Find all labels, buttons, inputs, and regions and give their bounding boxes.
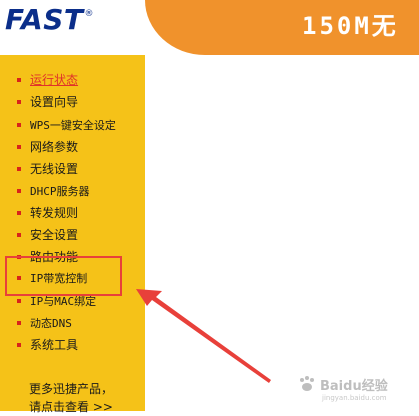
- bullet-icon: [17, 321, 21, 325]
- logo-registered-mark: ®: [84, 9, 94, 19]
- sidebar-item-label: IP与MAC绑定: [30, 294, 97, 308]
- sidebar-item-wps[interactable]: WPS一键安全设定: [17, 115, 116, 135]
- sidebar-item-label: 系统工具: [30, 338, 79, 352]
- sidebar-item-status[interactable]: 运行状态: [17, 70, 78, 90]
- sidebar: 运行状态 设置向导 WPS一键安全设定 网络参数 无线设置 DHCP服务器 转发…: [0, 55, 145, 414]
- bullet-icon: [17, 167, 21, 171]
- bullet-icon: [17, 100, 21, 104]
- sidebar-item-label: 网络参数: [30, 140, 79, 154]
- sidebar-item-forwarding[interactable]: 转发规则: [17, 203, 78, 223]
- sidebar-item-security[interactable]: 安全设置: [17, 225, 78, 245]
- fast-logo[interactable]: FAST ®: [5, 4, 133, 36]
- model-title: 150M无: [302, 12, 399, 40]
- bullet-icon: [17, 343, 21, 347]
- sidebar-item-label: 动态DNS: [30, 316, 72, 330]
- logo-text: FAST: [5, 3, 84, 36]
- bullet-icon: [17, 211, 21, 215]
- bullet-icon: [17, 78, 21, 82]
- header: FAST ® 150M无: [0, 0, 419, 55]
- paw-icon: [298, 375, 316, 393]
- annotation-highlight-box: [5, 256, 122, 296]
- bullet-icon: [17, 233, 21, 237]
- watermark-text: Baidu经验: [320, 378, 388, 394]
- bullet-icon: [17, 189, 21, 193]
- baidu-watermark: Baidu经验 jingyan.baidu.com: [298, 368, 412, 402]
- more-products-line1: 更多迅捷产品，: [29, 382, 114, 396]
- arrow-shape: [136, 289, 271, 383]
- sidebar-item-system-tools[interactable]: 系统工具: [17, 335, 78, 355]
- sidebar-item-label: WPS一键安全设定: [30, 118, 116, 132]
- sidebar-item-setup-wizard[interactable]: 设置向导: [17, 92, 78, 112]
- sidebar-item-wireless[interactable]: 无线设置: [17, 159, 78, 179]
- sidebar-item-network[interactable]: 网络参数: [17, 137, 78, 157]
- sidebar-item-label: 运行状态: [30, 73, 79, 87]
- sidebar-item-label: DHCP服务器: [30, 184, 90, 198]
- sidebar-item-label: 无线设置: [30, 162, 79, 176]
- sidebar-item-ddns[interactable]: 动态DNS: [17, 313, 72, 333]
- watermark-subtext: jingyan.baidu.com: [322, 394, 387, 402]
- sidebar-item-label: 安全设置: [30, 228, 79, 242]
- sidebar-item-label: 转发规则: [30, 206, 79, 220]
- bullet-icon: [17, 299, 21, 303]
- more-products-line2: 请点击查看 >>: [29, 400, 113, 414]
- sidebar-item-dhcp[interactable]: DHCP服务器: [17, 181, 90, 201]
- bullet-icon: [17, 123, 21, 127]
- bullet-icon: [17, 145, 21, 149]
- sidebar-item-label: 设置向导: [30, 95, 79, 109]
